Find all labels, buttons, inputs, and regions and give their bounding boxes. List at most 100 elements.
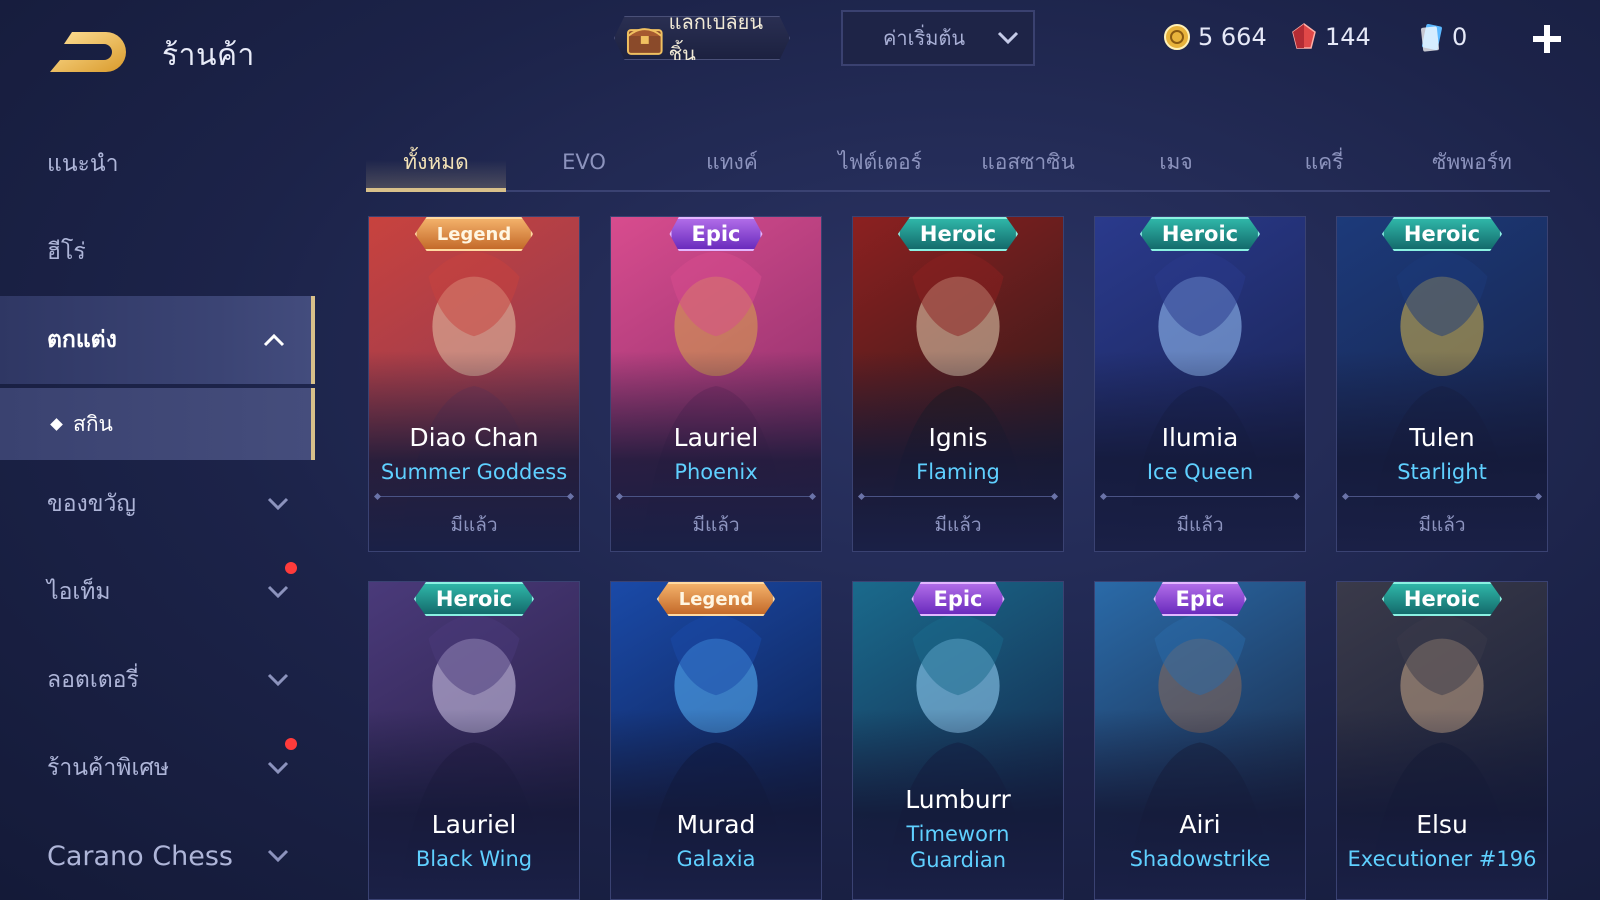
exchange-shards-label: แลกเปลี่ยนชิ้น xyxy=(668,10,764,66)
skin-card-icon xyxy=(1420,23,1442,52)
owned-status: มีแล้ว xyxy=(934,514,982,536)
tab-active-underline xyxy=(366,188,506,192)
chevron-up-icon xyxy=(263,333,285,347)
sidebar-item-carano-chess[interactable]: Carano Chess xyxy=(0,812,315,900)
skin-name: Executioner #196 xyxy=(1347,847,1537,871)
skin-name: Phoenix xyxy=(674,460,758,484)
skin-card[interactable]: Heroic Tulen Starlight มีแล้ว xyxy=(1336,216,1548,552)
skin-card[interactable]: Legend Murad Galaxia xyxy=(610,581,822,900)
tab-label: EVO xyxy=(562,150,606,174)
sidebar-item-decoration[interactable]: ตกแต่ง xyxy=(0,296,315,384)
chevron-down-icon xyxy=(267,849,289,863)
tab-label: ซัพพอร์ท xyxy=(1432,150,1512,174)
tab-label: ไฟต์เตอร์ xyxy=(838,150,922,174)
chevron-down-icon xyxy=(267,761,289,775)
sidebar: แนะนำ ฮีโร่ ตกแต่ง สกิน ของขวัญ ไอเท็ม ล… xyxy=(0,120,315,900)
skin-card[interactable]: Heroic Lauriel Black Wing xyxy=(368,581,580,900)
ruby-gem-icon xyxy=(1292,23,1316,49)
tab-assassin[interactable]: แอสซาซิน xyxy=(958,140,1098,190)
rarity-badge: Epic xyxy=(911,582,1005,616)
sidebar-item-label: ตกแต่ง xyxy=(47,327,117,353)
sidebar-item-label: ร้านค้าพิเศษ xyxy=(47,755,170,781)
sidebar-subitem-skins[interactable]: สกิน xyxy=(0,388,315,460)
notification-dot xyxy=(285,738,297,750)
skin-name: Starlight xyxy=(1397,460,1487,484)
sidebar-item-heroes[interactable]: ฮีโร่ xyxy=(0,208,315,296)
sort-dropdown[interactable]: ค่าเริ่มต้น xyxy=(841,10,1035,66)
sidebar-item-lottery[interactable]: ลอตเตอรี่ xyxy=(0,636,315,724)
notification-dot xyxy=(285,562,297,574)
hero-name: Murad xyxy=(676,810,756,839)
chevron-down-icon xyxy=(997,31,1019,45)
skin-name: Flaming xyxy=(916,460,1000,484)
gold-coin-icon xyxy=(1164,24,1190,50)
role-tabs: ทั้งหมด EVO แทงค์ ไฟต์เตอร์ แอสซาซิน เมจ… xyxy=(366,140,1550,192)
hero-name: Elsu xyxy=(1416,810,1468,839)
tab-active-glow xyxy=(366,160,506,190)
tab-label: เมจ xyxy=(1159,150,1193,174)
card-divider xyxy=(861,496,1055,497)
exchange-shards-button[interactable]: แลกเปลี่ยนชิ้น xyxy=(614,16,790,60)
tab-evo[interactable]: EVO xyxy=(514,140,654,190)
rarity-badge: Epic xyxy=(1153,582,1247,616)
rarity-badge: Heroic xyxy=(1381,217,1503,251)
tab-mage[interactable]: เมจ xyxy=(1106,140,1246,190)
skin-card-currency: 0 xyxy=(1418,22,1467,52)
rarity-badge: Heroic xyxy=(1381,582,1503,616)
plus-icon[interactable] xyxy=(1530,22,1564,56)
sort-selected-label: ค่าเริ่มต้น xyxy=(883,26,966,50)
hero-name: Lumburr xyxy=(905,785,1011,814)
rarity-badge: Legend xyxy=(414,217,534,251)
card-divider xyxy=(1345,496,1539,497)
tab-label: แทงค์ xyxy=(706,150,758,174)
sidebar-item-label: ลอตเตอรี่ xyxy=(47,667,139,693)
sidebar-item-special-shop[interactable]: ร้านค้าพิเศษ xyxy=(0,724,315,812)
tab-carry[interactable]: แครี่ xyxy=(1254,140,1394,190)
skin-name: Black Wing xyxy=(415,847,533,871)
skin-card[interactable]: Epic Airi Shadowstrike xyxy=(1094,581,1306,900)
owned-status: มีแล้ว xyxy=(692,514,740,536)
gold-currency: 5 664 xyxy=(1164,22,1267,52)
skin-name: Timeworn Guardian xyxy=(906,822,1010,872)
skin-card[interactable]: Epic Lauriel Phoenix มีแล้ว xyxy=(610,216,822,552)
ruby-amount: 144 xyxy=(1325,23,1371,51)
skin-card[interactable]: Heroic Ignis Flaming มีแล้ว xyxy=(852,216,1064,552)
chevron-down-icon xyxy=(267,497,289,511)
hero-name: Airi xyxy=(1179,810,1221,839)
treasure-chest-icon xyxy=(626,28,663,55)
rarity-badge: Heroic xyxy=(413,582,535,616)
sidebar-item-label: ไอเท็ม xyxy=(47,579,111,605)
owned-status: มีแล้ว xyxy=(450,514,498,536)
rarity-badge: Epic xyxy=(669,217,763,251)
tab-support[interactable]: ซัพพอร์ท xyxy=(1402,140,1542,190)
sidebar-item-recommended[interactable]: แนะนำ xyxy=(0,120,315,208)
skin-name: Galaxia xyxy=(676,847,756,871)
skin-name: Shadowstrike xyxy=(1129,847,1271,871)
chevron-down-icon xyxy=(267,585,289,599)
hero-name: Diao Chan xyxy=(409,423,539,452)
skin-name: Summer Goddess xyxy=(380,460,568,484)
tab-tank[interactable]: แทงค์ xyxy=(662,140,802,190)
sidebar-item-gifts[interactable]: ของขวัญ xyxy=(0,460,315,548)
card-divider xyxy=(1103,496,1297,497)
owned-status: มีแล้ว xyxy=(1176,514,1224,536)
gold-amount: 5 664 xyxy=(1198,23,1267,51)
card-divider xyxy=(377,496,571,497)
card-divider xyxy=(619,496,813,497)
skin-card[interactable]: Heroic Elsu Executioner #196 xyxy=(1336,581,1548,900)
skin-card[interactable]: Legend Diao Chan Summer Goddess มีแล้ว xyxy=(368,216,580,552)
hero-name: Ignis xyxy=(928,423,988,452)
skin-card[interactable]: Heroic Ilumia Ice Queen มีแล้ว xyxy=(1094,216,1306,552)
tab-label: แครี่ xyxy=(1304,150,1344,174)
rarity-badge: Legend xyxy=(656,582,776,616)
sidebar-item-label: แนะนำ xyxy=(47,151,119,177)
sidebar-item-items[interactable]: ไอเท็ม xyxy=(0,548,315,636)
sidebar-item-label: ฮีโร่ xyxy=(47,239,86,265)
tab-fighter[interactable]: ไฟต์เตอร์ xyxy=(810,140,950,190)
skin-card[interactable]: Epic Lumburr Timeworn Guardian xyxy=(852,581,1064,900)
sidebar-item-label: ของขวัญ xyxy=(47,491,137,517)
hero-name: Ilumia xyxy=(1161,423,1239,452)
ruby-currency: 144 xyxy=(1291,22,1371,52)
back-arrow-icon[interactable] xyxy=(46,26,132,74)
tab-all[interactable]: ทั้งหมด xyxy=(366,140,506,192)
